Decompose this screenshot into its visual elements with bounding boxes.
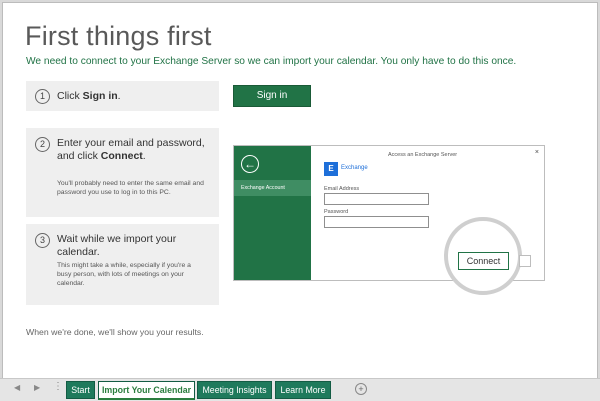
- tab-learn-more[interactable]: Learn More: [275, 381, 331, 399]
- footer-note: When we're done, we'll show you your res…: [26, 327, 204, 337]
- tab-start[interactable]: Start: [66, 381, 95, 399]
- step-1-prefix: Click: [57, 90, 83, 102]
- step-1-number: 1: [35, 89, 50, 104]
- close-icon: ×: [534, 149, 539, 156]
- step-3-text: Wait while we import your calendar.: [57, 233, 177, 258]
- preview-sidebar: ← Exchange Account: [234, 146, 311, 280]
- step-3-note: This might take a while, especially if y…: [57, 262, 191, 288]
- step-3-panel: 3 Wait while we import your calendar. Th…: [26, 224, 219, 305]
- step-3-number: 3: [35, 233, 50, 248]
- preview-email-label: Email Address: [324, 186, 360, 192]
- step-2-bold: Connect: [100, 150, 143, 162]
- step-2-note: You'll probably need to enter the same e…: [57, 180, 204, 197]
- main-window: First things first We need to connect to…: [2, 2, 598, 380]
- exchange-logo-icon: E: [324, 162, 338, 176]
- tab-import-your-calendar[interactable]: Import Your Calendar: [98, 381, 195, 400]
- sign-in-button[interactable]: Sign in: [233, 85, 311, 107]
- next-sheet-arrow-icon[interactable]: ▶: [34, 383, 40, 392]
- step-2-text: Enter your email and password, and click…: [57, 137, 207, 163]
- step-1-text: Click Sign in.: [57, 90, 121, 103]
- preview-dialog-title: Access an Exchange Server: [388, 152, 458, 158]
- step-2-panel: 2 Enter your email and password, and cli…: [26, 128, 219, 217]
- preview-secondary-button: [519, 255, 531, 267]
- preview-password-field: [324, 216, 429, 228]
- step-1-suffix: .: [117, 90, 121, 102]
- add-sheet-icon[interactable]: +: [355, 383, 367, 395]
- page-title: First things first: [25, 21, 212, 51]
- preview-account-label: Exchange Account: [234, 180, 311, 196]
- sheet-tab-bar: ◀ ▶ ⋮ Start Import Your Calendar Meeting…: [0, 378, 600, 401]
- previous-sheet-arrow-icon[interactable]: ◀: [14, 383, 20, 392]
- tab-meeting-insights[interactable]: Meeting Insights: [197, 381, 272, 399]
- step-1-bold: Sign in: [82, 90, 118, 102]
- step-2-number: 2: [35, 137, 50, 152]
- step-2-suffix: .: [142, 150, 146, 162]
- page-subtitle: We need to connect to your Exchange Serv…: [26, 56, 517, 67]
- connect-button: Connect: [458, 252, 509, 270]
- preview-email-field: [324, 193, 429, 205]
- preview-password-label: Password: [324, 209, 349, 215]
- back-icon: ←: [241, 155, 259, 173]
- exchange-label: Exchange: [341, 165, 368, 171]
- step-1-panel: 1 Click Sign in.: [26, 81, 219, 111]
- sheet-menu-dots-icon[interactable]: ⋮: [53, 381, 63, 392]
